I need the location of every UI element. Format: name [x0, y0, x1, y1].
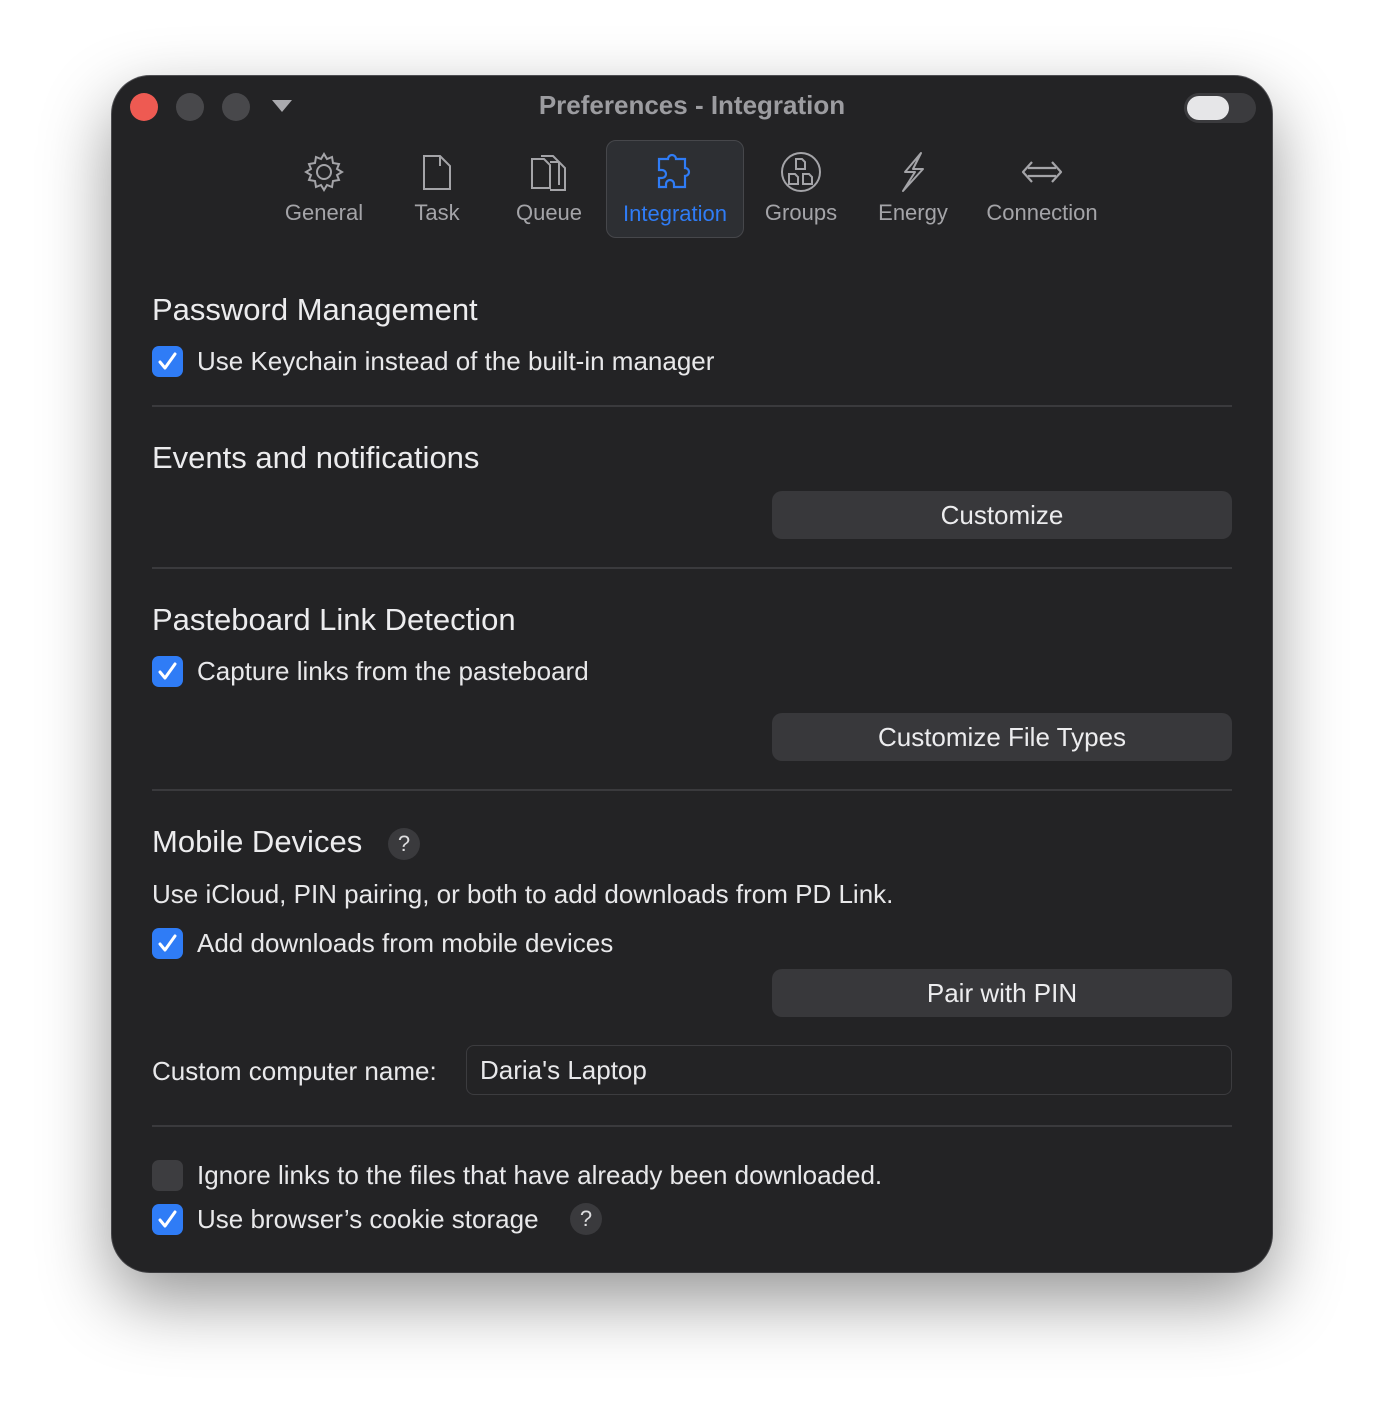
- checkmark-icon: [158, 934, 177, 952]
- cookie-storage-checkbox[interactable]: [152, 1204, 183, 1235]
- mobile-help-button[interactable]: ?: [388, 828, 420, 860]
- mobile-description: Use iCloud, PIN pairing, or both to add …: [152, 879, 894, 909]
- tab-label: Groups: [764, 200, 838, 225]
- computer-name-value: Daria's Laptop: [480, 1055, 647, 1085]
- ignore-downloaded-label: Ignore links to the files that have alre…: [197, 1160, 883, 1190]
- puzzle-piece-icon: [657, 153, 691, 189]
- ignore-downloaded-checkbox[interactable]: [152, 1160, 183, 1191]
- checkmark-icon: [158, 1210, 177, 1228]
- tab-connection[interactable]: Connection: [976, 140, 1108, 236]
- cookie-storage-label: Use browser’s cookie storage: [197, 1204, 539, 1234]
- groups-circle-icon: [781, 152, 821, 192]
- cookie-help-button[interactable]: ?: [570, 1203, 602, 1235]
- checkmark-icon: [158, 352, 177, 370]
- tab-queue[interactable]: Queue: [504, 140, 594, 236]
- document-icon: [423, 155, 451, 190]
- toggle-knob: [1187, 96, 1229, 120]
- stacked-documents-icon: [531, 155, 566, 191]
- events-section-title: Events and notifications: [152, 440, 480, 475]
- section-divider: [152, 567, 1232, 569]
- pasteboard-section-title: Pasteboard Link Detection: [152, 602, 516, 637]
- tab-label: Task: [414, 200, 460, 225]
- preferences-toolbar: General Task Queue Integration Groups En…: [112, 140, 1272, 238]
- password-section-title: Password Management: [152, 292, 478, 327]
- tab-label: Integration: [623, 201, 727, 226]
- mobile-section-title: Mobile Devices: [152, 824, 363, 859]
- preferences-window: Preferences - Integration General Task Q…: [112, 76, 1272, 1272]
- tab-label: General: [284, 200, 364, 225]
- left-right-arrow-icon: [1021, 161, 1063, 183]
- tab-groups[interactable]: Groups: [754, 140, 848, 236]
- keychain-label: Use Keychain instead of the built-in man…: [197, 346, 715, 376]
- gear-icon: [304, 152, 344, 192]
- computer-name-label: Custom computer name:: [152, 1056, 437, 1086]
- tab-label: Queue: [515, 200, 583, 225]
- tab-task[interactable]: Task: [390, 140, 484, 236]
- tab-label: Connection: [986, 200, 1098, 225]
- title-bar-toggle[interactable]: [1184, 93, 1256, 123]
- checkmark-icon: [158, 662, 177, 680]
- section-divider: [152, 789, 1232, 791]
- mobile-downloads-checkbox[interactable]: [152, 928, 183, 959]
- pair-with-pin-button[interactable]: Pair with PIN: [772, 969, 1232, 1017]
- section-divider: [152, 1125, 1232, 1127]
- tab-label: Energy: [878, 200, 948, 225]
- tab-integration[interactable]: Integration: [606, 140, 744, 238]
- customize-button[interactable]: Customize: [772, 491, 1232, 539]
- window-title: Preferences - Integration: [538, 90, 846, 120]
- keychain-checkbox[interactable]: [152, 346, 183, 377]
- customize-file-types-button[interactable]: Customize File Types: [772, 713, 1232, 761]
- capture-links-label: Capture links from the pasteboard: [197, 656, 589, 686]
- capture-links-checkbox[interactable]: [152, 656, 183, 687]
- section-divider: [152, 405, 1232, 407]
- tab-general[interactable]: General: [272, 140, 376, 236]
- lightning-bolt-icon: [902, 152, 924, 192]
- tab-energy[interactable]: Energy: [868, 140, 958, 236]
- mobile-downloads-label: Add downloads from mobile devices: [197, 928, 614, 958]
- computer-name-field[interactable]: Daria's Laptop: [466, 1045, 1232, 1095]
